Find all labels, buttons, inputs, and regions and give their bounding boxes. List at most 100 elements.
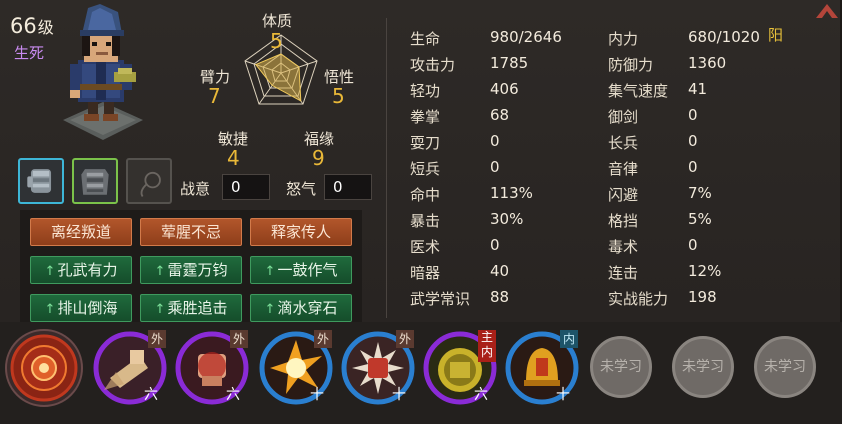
trait-item[interactable]: 释家传人 xyxy=(250,218,352,246)
stat-label: 耍刀 xyxy=(410,134,441,152)
stat-value: 406 xyxy=(490,80,519,98)
trait-item[interactable]: ↑ 雷霆万钧 xyxy=(140,256,242,284)
stat-label: 生命 xyxy=(410,30,441,48)
stat-label: 暴击 xyxy=(410,212,441,230)
skill-slot[interactable]: 内 十 xyxy=(502,328,582,408)
trait-label: 释家传人 xyxy=(270,223,331,241)
trait-item[interactable]: ↑ 滴水穿石 xyxy=(250,294,352,322)
unlearned-skill-slot[interactable]: 未学习 xyxy=(672,336,734,398)
trait-item[interactable]: ↑ 孔武有力 xyxy=(30,256,132,284)
equip-slot-armor[interactable] xyxy=(72,158,118,204)
stat-value: 0 xyxy=(688,132,698,150)
stat-label: 连击 xyxy=(608,264,639,282)
stat-value: 1360 xyxy=(688,54,727,72)
skill-slot[interactable]: 外 六 xyxy=(172,328,252,408)
skill-rank: 六 xyxy=(226,387,240,403)
skill-type-tag: 外 xyxy=(396,330,414,348)
skill-rank: 六 xyxy=(474,387,488,403)
skill-rank: 六 xyxy=(144,387,158,403)
gauntlet-icon xyxy=(27,169,52,193)
alignment-label: 阳 xyxy=(768,26,784,44)
trait-label: 一鼓作气 xyxy=(277,261,338,279)
skill-type-tag: 主内 xyxy=(478,330,496,362)
unlearned-skill-slot[interactable]: 未学习 xyxy=(590,336,652,398)
stat-value: 41 xyxy=(688,80,708,98)
up-arrow-icon: ↑ xyxy=(154,302,166,317)
up-arrow-icon: ↑ xyxy=(154,264,166,279)
stat-label: 拳掌 xyxy=(410,108,441,126)
stat-value: 5% xyxy=(688,210,712,228)
stat-label: 防御力 xyxy=(608,56,654,74)
attr-fuyuan-value: 9 xyxy=(312,146,325,170)
unlearned-skill-slot[interactable]: 未学习 xyxy=(754,336,816,398)
section-divider xyxy=(386,18,387,318)
trait-label: 雷霆万钧 xyxy=(167,261,228,279)
stat-label: 集气速度 xyxy=(608,82,669,100)
trait-label: 滴水穿石 xyxy=(277,299,338,317)
attr-wuxing-value: 5 xyxy=(332,84,345,108)
stat-label: 闪避 xyxy=(608,186,639,204)
pouch-icon xyxy=(140,171,161,198)
stat-label: 实战能力 xyxy=(608,290,669,308)
stat-value: 40 xyxy=(490,262,510,280)
up-arrow-icon: ↑ xyxy=(264,302,276,317)
stat-label: 暗器 xyxy=(410,264,441,282)
armor-icon xyxy=(81,169,109,195)
stat-value: 0 xyxy=(688,236,698,254)
up-arrow-icon: ↑ xyxy=(264,264,276,279)
skill-type-tag: 内 xyxy=(560,330,578,348)
stat-label: 御剑 xyxy=(608,108,639,126)
zhanyi-value: 0 xyxy=(222,174,270,200)
stat-label: 毒术 xyxy=(608,238,639,256)
stat-value: 68 xyxy=(490,106,510,124)
zhanyi-label: 战意 xyxy=(180,180,211,198)
trait-item[interactable]: ↑ 乘胜追击 xyxy=(140,294,242,322)
attr-bili-value: 7 xyxy=(208,84,221,108)
skill-slot[interactable]: 外 十 xyxy=(256,328,336,408)
stat-value: 0 xyxy=(688,158,698,176)
stat-label: 武学常识 xyxy=(410,290,471,308)
stat-value: 113% xyxy=(490,184,533,202)
skill-rank: 十 xyxy=(392,387,406,403)
trait-label: 离经叛道 xyxy=(50,223,111,241)
equip-slot-accessory[interactable] xyxy=(126,158,172,204)
equip-slot-gloves[interactable] xyxy=(18,158,64,204)
skill-slot[interactable] xyxy=(4,328,84,408)
skill-rank: 十 xyxy=(556,387,570,403)
trait-item[interactable]: ↑ 一鼓作气 xyxy=(250,256,352,284)
trait-item[interactable]: 荤腥不忌 xyxy=(140,218,242,246)
stat-value: 0 xyxy=(490,236,500,254)
stat-value: 88 xyxy=(490,288,510,306)
up-arrow-icon: ↑ xyxy=(44,264,56,279)
skill-slot[interactable]: 外 六 xyxy=(90,328,170,408)
stat-value: 30% xyxy=(490,210,524,228)
mandala-skill-icon xyxy=(5,329,83,407)
trait-label: 荤腥不忌 xyxy=(160,223,221,241)
trait-item[interactable]: ↑ 排山倒海 xyxy=(30,294,132,322)
stat-label: 轻功 xyxy=(410,82,441,100)
nuqi-value: 0 xyxy=(324,174,372,200)
stat-value: 7% xyxy=(688,184,712,202)
trait-item[interactable]: 离经叛道 xyxy=(30,218,132,246)
stat-value: 980/2646 xyxy=(490,28,562,46)
skill-slot[interactable]: 外 十 xyxy=(338,328,418,408)
stat-label: 攻击力 xyxy=(410,56,456,74)
skill-bar: 外 六 外 六 外 十 外 十 主内 六 内 十 未学习 未学习 未学习 xyxy=(0,322,842,424)
stat-value: 12% xyxy=(688,262,722,280)
radar-value-area xyxy=(255,53,302,102)
skill-type-tag: 外 xyxy=(314,330,332,348)
trait-label: 孔武有力 xyxy=(57,261,118,279)
trait-label: 乘胜追击 xyxy=(167,299,228,317)
attr-minjie-value: 4 xyxy=(227,146,240,170)
skill-type-tag: 外 xyxy=(230,330,248,348)
skill-slot[interactable]: 主内 六 xyxy=(420,328,500,408)
trait-label: 排山倒海 xyxy=(57,299,118,317)
stat-label: 医术 xyxy=(410,238,441,256)
attr-tizhi-value: 5 xyxy=(270,29,283,53)
character-panel: 66级 生死 体质 5 臂力 7 悟性 5 敏捷 4 福缘 9 战意 0 怒气 … xyxy=(0,0,842,424)
stat-value: 0 xyxy=(490,158,500,176)
close-icon[interactable] xyxy=(814,0,840,20)
stat-value: 198 xyxy=(688,288,717,306)
stat-value: 680/1020 xyxy=(688,28,760,46)
trait-list: 离经叛道 荤腥不忌 释家传人 ↑ 孔武有力 ↑ 雷霆万钧 ↑ 一鼓作气 ↑ 排山倒海 ↑… xyxy=(20,210,362,322)
